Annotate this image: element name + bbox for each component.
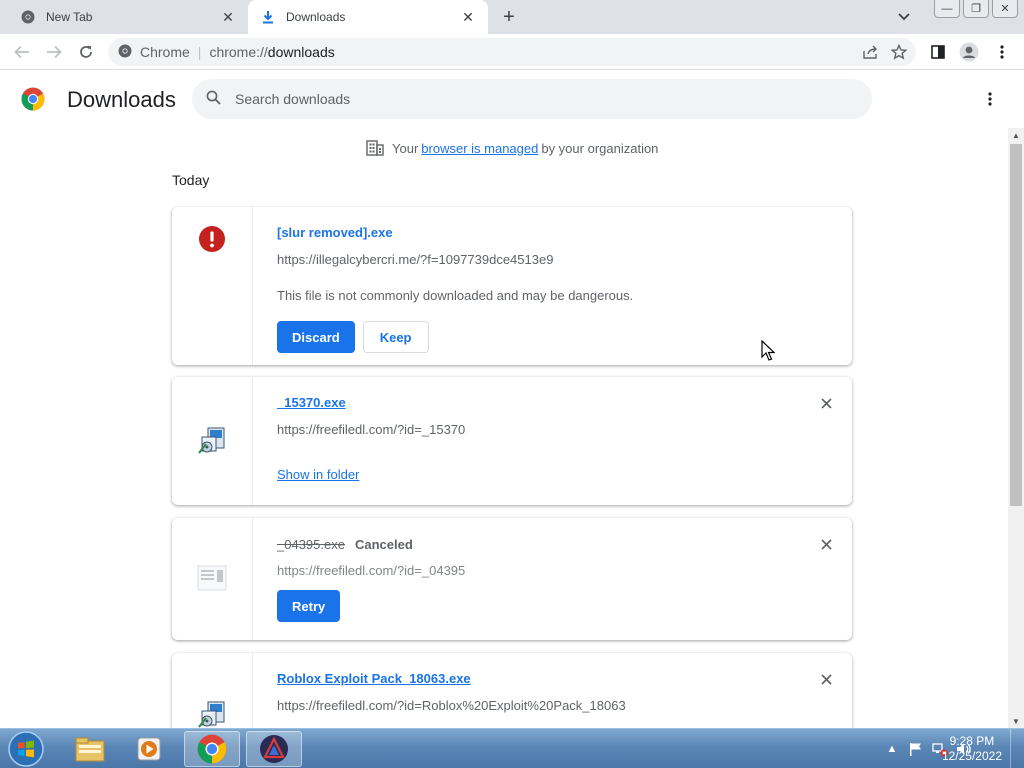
tab-title: Downloads [286, 10, 346, 24]
tab-title: New Tab [46, 10, 93, 24]
reload-icon[interactable] [74, 41, 98, 63]
remove-download-close-icon[interactable] [818, 671, 834, 687]
start-orb-icon[interactable] [6, 730, 46, 768]
omnibox-site-label: Chrome [140, 44, 190, 60]
media-player-icon[interactable] [122, 731, 178, 767]
section-date-heading: Today [172, 172, 210, 188]
discard-button[interactable]: Discard [277, 321, 355, 353]
download-status: Canceled [354, 537, 413, 552]
clock-time: 9:28 PM [949, 734, 995, 748]
download-item: [slur removed].exe https://illegalcyberc… [172, 207, 852, 365]
installer-icon [196, 699, 228, 728]
file-explorer-icon[interactable] [62, 731, 118, 767]
download-item: Roblox Exploit Pack_18063.exe https://fr… [172, 653, 852, 728]
clock-date: 12/25/2022 [941, 749, 1002, 763]
building-icon [366, 140, 384, 156]
omnibox[interactable]: Chrome | chrome://downloads [108, 38, 916, 66]
download-url: https://freefiledl.com/?id=_15370 [277, 422, 466, 437]
managed-prefix: Your [392, 140, 419, 156]
window-controls: — ❐ ✕ [931, 0, 1018, 18]
download-filename[interactable]: Roblox Exploit Pack_18063.exe [277, 671, 792, 686]
scroll-down-arrow-icon[interactable]: ▼ [1008, 714, 1024, 728]
download-url: https://freefiledl.com/?id=_04395 [277, 563, 466, 578]
page-scrollbar[interactable]: ▲ ▼ [1008, 128, 1024, 728]
profile-avatar-icon[interactable] [958, 41, 980, 63]
danger-warning-text: This file is not commonly downloaded and… [277, 288, 634, 303]
download-filename: _04395.exe [277, 537, 345, 552]
bookmark-star-icon[interactable] [890, 43, 908, 61]
tab-search-chevron-icon[interactable] [894, 8, 914, 26]
retry-button[interactable]: Retry [277, 590, 341, 622]
show-desktop-button[interactable] [1010, 729, 1024, 768]
close-window-button[interactable]: ✕ [992, 0, 1018, 18]
browser-menu-icon[interactable] [991, 41, 1013, 63]
more-actions-icon[interactable] [980, 89, 1000, 109]
omnibox-url-host: downloads [267, 44, 335, 60]
windows-taskbar: ▲ 9:28 PM 12/25/2022 [0, 728, 1024, 768]
taskbar-clock[interactable]: 9:28 PM 12/25/2022 [942, 734, 1002, 764]
download-url: https://illegalcybercri.me/?f=1097739dce… [277, 252, 554, 267]
download-filename[interactable]: _15370.exe [277, 395, 792, 410]
new-tab-button[interactable]: + [498, 6, 520, 28]
remove-download-close-icon[interactable] [818, 536, 834, 552]
tab-close-icon[interactable]: ✕ [220, 9, 236, 25]
app-taskbar-icon[interactable] [246, 731, 302, 767]
search-icon [206, 90, 221, 108]
download-item: _15370.exe https://freefiledl.com/?id=_1… [172, 377, 852, 505]
tab-strip: New Tab ✕ Downloads ✕ + — ❐ ✕ [0, 0, 1024, 34]
download-item: _04395.exe Canceled https://freefiledl.c… [172, 518, 852, 640]
download-filename[interactable]: [slur removed].exe [277, 225, 792, 240]
generic-file-icon [196, 562, 228, 594]
scrollbar-thumb[interactable] [1010, 144, 1022, 506]
scroll-up-arrow-icon[interactable]: ▲ [1008, 128, 1024, 142]
search-bar[interactable] [192, 79, 872, 119]
tab-downloads[interactable]: Downloads ✕ [248, 0, 488, 34]
minimize-button[interactable]: — [934, 0, 960, 18]
action-center-flag-icon[interactable] [908, 741, 924, 757]
tab-close-icon[interactable]: ✕ [460, 9, 476, 25]
restore-button[interactable]: ❐ [963, 0, 989, 18]
chrome-favicon-icon [20, 9, 36, 25]
download-url: https://freefiledl.com/?id=Roblox%20Expl… [277, 698, 626, 713]
chrome-site-icon [118, 44, 132, 61]
browser-toolbar: Chrome | chrome://downloads [0, 34, 1024, 70]
installer-icon [196, 425, 228, 457]
danger-icon [196, 223, 228, 255]
browser-managed-link[interactable]: browser is managed [421, 141, 538, 156]
page-title: Downloads [67, 87, 176, 112]
forward-arrow-icon[interactable] [42, 41, 66, 63]
downloads-list: Your browser is managed by your organiza… [0, 128, 1008, 728]
omnibox-separator: | [197, 44, 202, 60]
download-icon [260, 9, 276, 25]
managed-suffix: by your organization [541, 140, 659, 156]
tray-expand-arrow-icon[interactable]: ▲ [884, 741, 900, 757]
chrome-logo-icon [21, 87, 45, 111]
tab-new-tab[interactable]: New Tab ✕ [8, 0, 248, 34]
keep-button[interactable]: Keep [362, 321, 429, 353]
back-arrow-icon[interactable] [10, 41, 34, 63]
side-panel-icon[interactable] [927, 41, 949, 63]
managed-notice: Your browser is managed by your organiza… [366, 140, 658, 156]
show-in-folder-link[interactable]: Show in folder [277, 467, 792, 482]
search-input[interactable] [235, 91, 835, 107]
omnibox-url-scheme: chrome:// [209, 44, 268, 60]
chrome-taskbar-icon[interactable] [184, 731, 240, 767]
downloads-header: Downloads [0, 71, 1024, 127]
share-icon[interactable] [862, 43, 880, 61]
remove-download-close-icon[interactable] [818, 395, 834, 411]
